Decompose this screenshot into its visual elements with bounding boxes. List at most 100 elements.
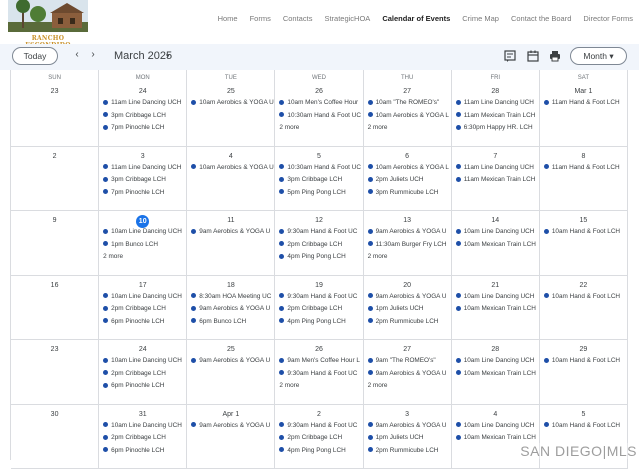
event-chip[interactable]: 9am Aerobics & YOGA U <box>364 420 451 433</box>
event-chip[interactable]: 5pm Ping Pong LCH <box>275 187 362 200</box>
event-chip[interactable]: 9am Aerobics & YOGA U <box>364 291 451 304</box>
event-chip[interactable]: 10am Line Dancing UCH <box>452 291 539 304</box>
day-number[interactable]: 24 <box>99 86 186 97</box>
nav-link-calendar-of-events[interactable]: Calendar of Events <box>382 14 450 23</box>
day-number[interactable]: 23 <box>11 86 98 97</box>
event-chip[interactable]: 11am Line Dancing UCH <box>99 162 186 175</box>
event-chip[interactable]: 11am Mexican Train LCH <box>452 174 539 187</box>
day-number[interactable]: 3 <box>99 151 186 162</box>
event-chip[interactable]: 11am Hand & Foot LCH <box>540 162 627 175</box>
day-number[interactable]: 30 <box>11 409 98 420</box>
event-chip[interactable]: 4pm Ping Pong LCH <box>275 316 362 329</box>
event-chip[interactable]: 3pm Cribbage LCH <box>275 174 362 187</box>
event-chip[interactable]: 11am Line Dancing UCH <box>99 97 186 110</box>
event-chip[interactable]: 3pm Cribbage LCH <box>99 174 186 187</box>
event-chip[interactable]: 7pm Pinochle LCH <box>99 187 186 200</box>
nav-link-home[interactable]: Home <box>218 14 238 23</box>
day-number[interactable]: 23 <box>11 344 98 355</box>
event-chip[interactable]: 4pm Ping Pong LCH <box>275 251 362 264</box>
day-number[interactable]: 27 <box>364 344 451 355</box>
day-cell[interactable]: 139am Aerobics & YOGA U11:30am Burger Fr… <box>364 211 452 275</box>
event-chip[interactable]: 3pm Rummicube LCH <box>364 187 451 200</box>
day-cell[interactable]: 3110am Line Dancing UCH2pm Cribbage LCH6… <box>99 405 187 469</box>
nav-link-contact-the-board[interactable]: Contact the Board <box>511 14 571 23</box>
more-events-link[interactable]: 2 more <box>364 251 451 263</box>
event-chip[interactable]: 9:30am Hand & Foot UC <box>275 226 362 239</box>
day-number[interactable]: 21 <box>452 280 539 291</box>
day-cell[interactable]: 209am Aerobics & YOGA U1pm Juliets UCH2p… <box>364 276 452 340</box>
day-number[interactable]: 17 <box>99 280 186 291</box>
day-number[interactable]: 5 <box>275 151 362 162</box>
day-cell[interactable]: 510:30am Hand & Foot UC3pm Cribbage LCH5… <box>275 147 363 211</box>
event-chip[interactable]: 10am Aerobics & YOGA U <box>187 162 274 175</box>
day-number[interactable]: 15 <box>540 215 627 226</box>
event-chip[interactable]: 9:30am Hand & Foot UC <box>275 291 362 304</box>
day-number[interactable]: 25 <box>187 344 274 355</box>
day-number[interactable]: 29 <box>540 344 627 355</box>
event-chip[interactable]: 1pm Juliets UCH <box>364 303 451 316</box>
day-cell[interactable]: 1510am Hand & Foot LCH <box>540 211 628 275</box>
event-chip[interactable]: 10am Line Dancing UCH <box>452 355 539 368</box>
day-number[interactable]: 26 <box>275 86 362 97</box>
day-cell[interactable]: 23 <box>11 82 99 146</box>
day-number[interactable]: 3 <box>364 409 451 420</box>
nav-link-crime-map[interactable]: Crime Map <box>462 14 499 23</box>
day-cell[interactable]: 269am Men's Coffee Hour L9:30am Hand & F… <box>275 340 363 404</box>
event-chip[interactable]: 1pm Bunco LCH <box>99 239 186 252</box>
day-cell[interactable]: 2110am Line Dancing UCH10am Mexican Trai… <box>452 276 540 340</box>
day-cell[interactable]: 259am Aerobics & YOGA U <box>187 340 275 404</box>
event-chip[interactable]: 10am Men's Coffee Hour <box>275 97 362 110</box>
print-icon[interactable] <box>548 49 562 63</box>
day-number[interactable]: 25 <box>187 86 274 97</box>
day-number[interactable]: 12 <box>275 215 362 226</box>
day-number[interactable]: Mar 1 <box>540 86 627 97</box>
more-events-link[interactable]: 2 more <box>99 251 186 263</box>
event-chip[interactable]: 1pm Juliets UCH <box>364 432 451 445</box>
event-chip[interactable]: 6pm Pinochle LCH <box>99 380 186 393</box>
event-chip[interactable]: 10am Mexican Train LCH <box>452 368 539 381</box>
day-number[interactable]: 8 <box>540 151 627 162</box>
event-chip[interactable]: 2pm Cribbage LCH <box>99 368 186 381</box>
event-chip[interactable]: 10am Line Dancing UCH <box>99 355 186 368</box>
day-cell[interactable]: 1010am Line Dancing UCH1pm Bunco LCH2 mo… <box>99 211 187 275</box>
event-chip[interactable]: 11am Line Dancing UCH <box>452 97 539 110</box>
day-number[interactable]: 31 <box>99 409 186 420</box>
nav-link-strategichoa[interactable]: StrategicHOA <box>324 14 370 23</box>
event-chip[interactable]: 4pm Ping Pong LCH <box>275 445 362 458</box>
day-cell[interactable]: 279am "The ROMEO's"9am Aerobics & YOGA U… <box>364 340 452 404</box>
day-cell[interactable]: 9 <box>11 211 99 275</box>
event-chip[interactable]: 2pm Juliets UCH <box>364 174 451 187</box>
agenda-icon[interactable] <box>503 49 517 63</box>
event-chip[interactable]: 9am Men's Coffee Hour L <box>275 355 362 368</box>
calendar-icon[interactable] <box>526 49 540 63</box>
event-chip[interactable]: 9am Aerobics & YOGA U <box>187 420 274 433</box>
day-number[interactable]: 13 <box>364 215 451 226</box>
event-chip[interactable]: 9am Aerobics & YOGA U <box>187 303 274 316</box>
day-cell[interactable]: 2510am Aerobics & YOGA U <box>187 82 275 146</box>
day-number[interactable]: 16 <box>11 280 98 291</box>
day-cell[interactable]: 2810am Line Dancing UCH10am Mexican Trai… <box>452 340 540 404</box>
day-number[interactable]: Apr 1 <box>187 409 274 420</box>
day-cell[interactable]: 29:30am Hand & Foot UC2pm Cribbage LCH4p… <box>275 405 363 469</box>
nav-link-forms[interactable]: Forms <box>250 14 271 23</box>
event-chip[interactable]: 9am Aerobics & YOGA U <box>364 368 451 381</box>
day-number[interactable]: 27 <box>364 86 451 97</box>
day-cell[interactable]: 311am Line Dancing UCH3pm Cribbage LCH7p… <box>99 147 187 211</box>
event-chip[interactable]: 10am Aerobics & YOGA L <box>364 110 451 123</box>
event-chip[interactable]: 10am Mexican Train LCH <box>452 239 539 252</box>
day-cell[interactable]: 2811am Line Dancing UCH11am Mexican Trai… <box>452 82 540 146</box>
day-number[interactable]: 5 <box>540 409 627 420</box>
event-chip[interactable]: 10am Aerobics & YOGA L <box>364 162 451 175</box>
day-cell[interactable]: 1410am Line Dancing UCH10am Mexican Trai… <box>452 211 540 275</box>
event-chip[interactable]: 9:30am Hand & Foot UC <box>275 420 362 433</box>
event-chip[interactable]: 7pm Pinochle LCH <box>99 122 186 135</box>
day-cell[interactable]: Apr 19am Aerobics & YOGA U <box>187 405 275 469</box>
event-chip[interactable]: 10:30am Hand & Foot UC <box>275 162 362 175</box>
event-chip[interactable]: 10am Hand & Foot LCH <box>540 291 627 304</box>
day-number[interactable]: 24 <box>99 344 186 355</box>
event-chip[interactable]: 10am "The ROMEO's" <box>364 97 451 110</box>
day-cell[interactable]: 410am Aerobics & YOGA U <box>187 147 275 211</box>
event-chip[interactable]: 10am Line Dancing UCH <box>99 291 186 304</box>
day-number[interactable]: 10 <box>99 215 186 226</box>
day-number[interactable]: 20 <box>364 280 451 291</box>
